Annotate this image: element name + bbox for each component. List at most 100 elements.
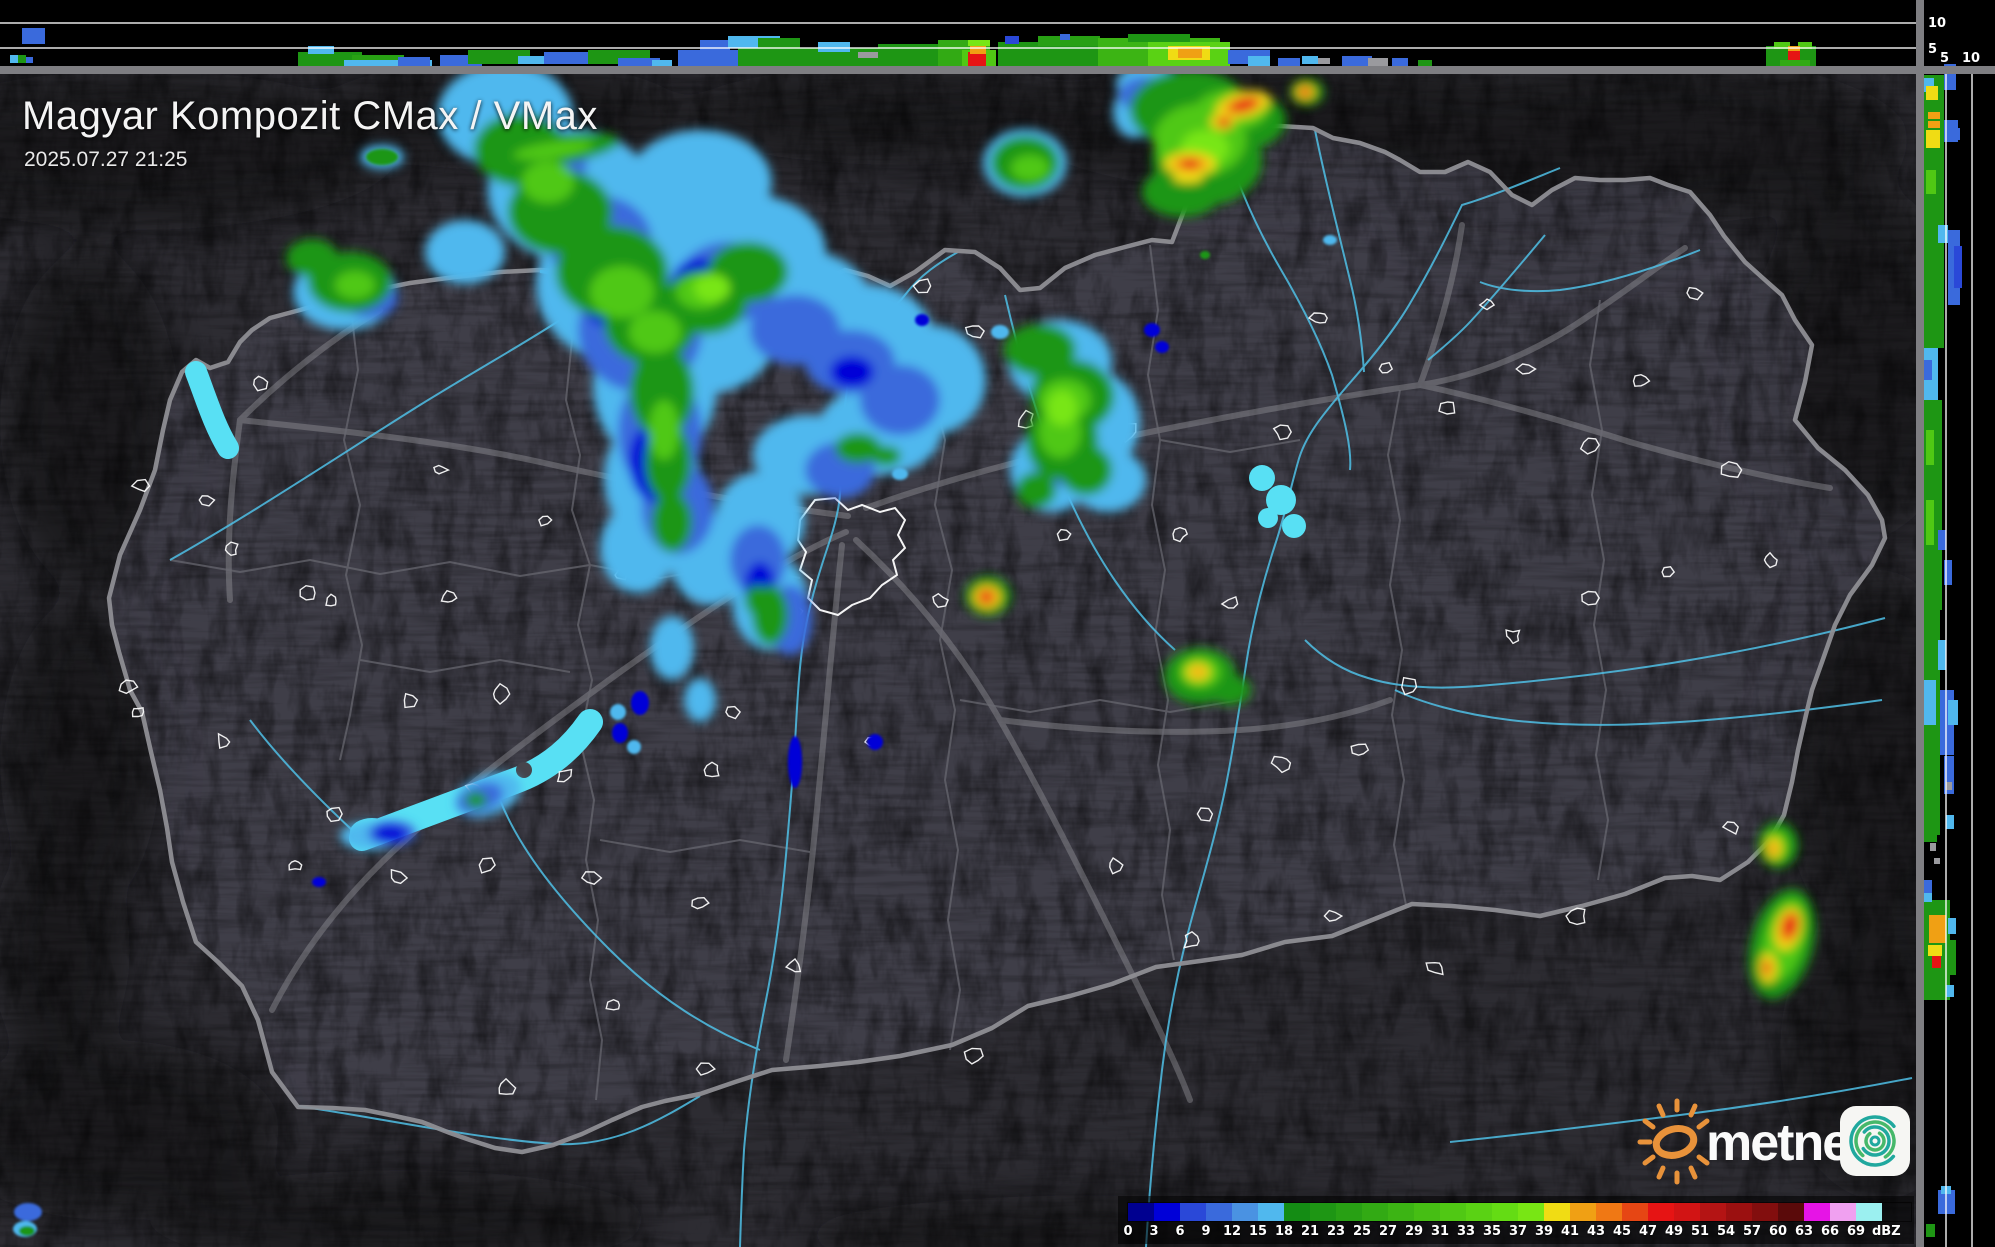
legend-label: 25 bbox=[1352, 1224, 1372, 1239]
radar-echo bbox=[425, 220, 505, 284]
radar-echo bbox=[871, 446, 901, 466]
radar-echo bbox=[650, 616, 694, 680]
legend-cell-54 bbox=[1726, 1203, 1752, 1221]
profile-echo bbox=[1926, 130, 1940, 148]
profile-echo bbox=[1946, 782, 1952, 790]
legend-cell-29 bbox=[1414, 1203, 1440, 1221]
profile-echo bbox=[18, 55, 26, 63]
legend-label: 9 bbox=[1201, 1224, 1211, 1239]
legend-label: 29 bbox=[1404, 1224, 1424, 1239]
profile-echo bbox=[1929, 915, 1946, 943]
legend-label: 37 bbox=[1508, 1224, 1528, 1239]
radar-echo bbox=[1768, 842, 1778, 856]
profile-echo bbox=[1946, 815, 1954, 829]
radar-echo bbox=[1299, 87, 1311, 97]
legend-label: 0 bbox=[1123, 1224, 1133, 1239]
legend-label: 57 bbox=[1742, 1224, 1762, 1239]
profile-echo bbox=[1924, 880, 1932, 894]
legend-cell-43 bbox=[1596, 1203, 1622, 1221]
profile-echo bbox=[1392, 58, 1408, 66]
legend-cell-47 bbox=[1648, 1203, 1674, 1221]
legend-label: 27 bbox=[1378, 1224, 1398, 1239]
legend-label: 66 bbox=[1820, 1224, 1840, 1239]
radar-echo bbox=[652, 492, 692, 552]
profile-echo bbox=[1924, 360, 1932, 380]
right-axis-10km-label: 10 bbox=[1962, 51, 1981, 66]
profile-echo bbox=[1926, 500, 1934, 545]
profile-echo bbox=[10, 55, 18, 63]
radar-echo bbox=[522, 161, 574, 203]
radar-echo-dot bbox=[610, 704, 626, 720]
page-title: Magyar Kompozit CMax / VMax bbox=[22, 94, 598, 138]
radar-echo-dot bbox=[1200, 251, 1210, 259]
legend-label: 3 bbox=[1149, 1224, 1159, 1239]
profile-echo bbox=[1934, 858, 1940, 864]
top-axis-5km-label: 5 bbox=[1928, 42, 1938, 57]
radar-echo-dot bbox=[867, 734, 883, 750]
dbz-scale-labels: 0 3 6 9 12 15 18 21 23 25 27 29 31 33 35 37 39 41 43 45 47 49… bbox=[1123, 1224, 1911, 1239]
radar-echo-dot bbox=[14, 1203, 42, 1221]
legend-cell-6 bbox=[1180, 1203, 1206, 1221]
legend-cell-39 bbox=[1544, 1203, 1570, 1221]
radar-echo bbox=[1763, 960, 1771, 976]
profile-echo bbox=[1248, 56, 1270, 66]
profile-echo bbox=[1938, 640, 1946, 670]
radar-echo-dot bbox=[312, 877, 326, 887]
legend-label: 23 bbox=[1326, 1224, 1346, 1239]
legend-cell-27 bbox=[1388, 1203, 1414, 1221]
dbz-color-bar bbox=[1128, 1203, 1911, 1221]
legend-cell-31 bbox=[1440, 1203, 1466, 1221]
profile-echo bbox=[1944, 560, 1952, 585]
radar-composite-view: metnet Magyar Kompozit CMax / VMax 2025.… bbox=[0, 0, 1995, 1247]
radar-echo bbox=[590, 266, 654, 318]
legend-cell-9 bbox=[1206, 1203, 1232, 1221]
map-area bbox=[0, 74, 1916, 1247]
legend-label: 63 bbox=[1794, 1224, 1814, 1239]
radar-echo-dot bbox=[1323, 235, 1337, 245]
legend-cell-66 bbox=[1830, 1203, 1856, 1221]
radar-map-scene: metnet bbox=[0, 0, 1995, 1247]
radar-echo bbox=[649, 400, 679, 460]
legend-label: 45 bbox=[1612, 1224, 1632, 1239]
legend-label: 51 bbox=[1690, 1224, 1710, 1239]
tihany-peninsula bbox=[516, 762, 532, 778]
profile-echo bbox=[1928, 121, 1940, 128]
radar-echo bbox=[830, 356, 874, 388]
legend-cell-69 bbox=[1856, 1203, 1882, 1221]
profile-echo bbox=[26, 57, 33, 63]
radar-echo bbox=[286, 239, 338, 277]
legend-cell-12 bbox=[1232, 1203, 1258, 1221]
legend-label: 33 bbox=[1456, 1224, 1476, 1239]
profile-echo bbox=[1368, 58, 1388, 66]
radar-echo-dot bbox=[19, 1226, 35, 1236]
profile-echo bbox=[1948, 918, 1956, 934]
profile-echo bbox=[700, 40, 730, 52]
profile-echo bbox=[1924, 810, 1937, 842]
profile-echo bbox=[1278, 58, 1300, 66]
radar-echo bbox=[465, 792, 487, 808]
radar-echo bbox=[979, 591, 993, 603]
legend-cell-35 bbox=[1492, 1203, 1518, 1221]
radar-echo-dot bbox=[366, 149, 398, 165]
spiral-app-icon bbox=[1840, 1106, 1910, 1176]
profile-echo bbox=[1418, 60, 1432, 66]
profile-echo bbox=[968, 52, 986, 66]
radar-echo bbox=[372, 825, 408, 843]
profile-echo bbox=[1342, 56, 1372, 66]
profile-echo bbox=[1302, 56, 1318, 64]
profile-echo bbox=[1950, 940, 1956, 975]
profile-echo bbox=[1926, 86, 1938, 100]
legend-cell-0 bbox=[1128, 1203, 1154, 1221]
profile-echo bbox=[1924, 893, 1932, 902]
radar-echo bbox=[1217, 117, 1231, 127]
legend-label: 39 bbox=[1534, 1224, 1554, 1239]
legend-cell-51 bbox=[1700, 1203, 1726, 1221]
legend-cell-3 bbox=[1154, 1203, 1180, 1221]
profile-echo bbox=[22, 28, 45, 44]
radar-echo bbox=[1016, 472, 1056, 508]
legend-label: 6 bbox=[1175, 1224, 1185, 1239]
radar-echo-dot bbox=[612, 723, 628, 743]
profile-echo bbox=[968, 40, 990, 46]
radar-echo bbox=[1173, 173, 1203, 183]
horizontal-divider bbox=[0, 66, 1995, 74]
